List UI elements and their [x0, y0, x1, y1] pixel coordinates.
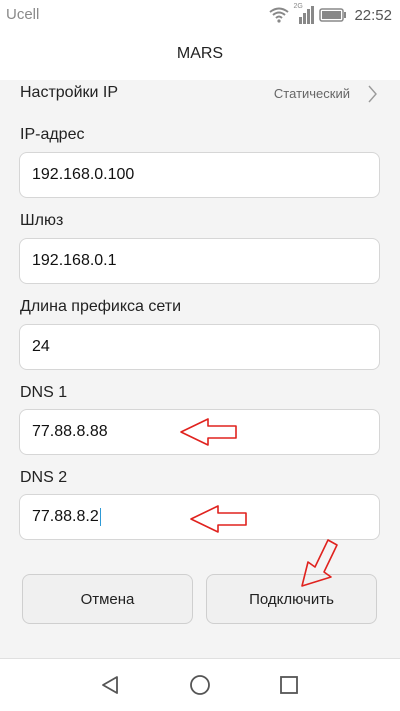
dns2-label: DNS 2: [20, 469, 68, 486]
dns1-label: DNS 1: [20, 384, 68, 401]
ip-address-input[interactable]: 192.168.0.100: [19, 152, 380, 198]
gateway-label: Шлюз: [20, 212, 64, 229]
gateway-value: 192.168.0.1: [32, 252, 117, 269]
connect-button[interactable]: Подключить: [206, 574, 377, 624]
ip-address-label: IP-адрес: [20, 126, 85, 143]
prefix-length-value: 24: [32, 338, 50, 355]
wifi-icon: [269, 7, 290, 23]
dns2-value: 77.88.8.2: [32, 508, 99, 526]
dns1-value: 77.88.8.88: [32, 423, 108, 440]
wifi-settings-form: Настройки IP Статический IP-адрес 192.16…: [0, 80, 400, 658]
ip-address-value: 192.168.0.100: [32, 166, 135, 183]
back-icon[interactable]: [100, 675, 120, 695]
battery-icon: [319, 8, 347, 22]
dns2-input[interactable]: 77.88.8.2: [19, 494, 380, 540]
recents-icon[interactable]: [279, 675, 299, 695]
gateway-input[interactable]: 192.168.0.1: [19, 238, 380, 284]
dns1-input[interactable]: 77.88.8.88: [19, 409, 380, 455]
status-icons: 2G 22:52: [269, 3, 392, 26]
ip-settings-value: Статический: [273, 86, 350, 101]
clock: 22:52: [354, 6, 392, 24]
ip-settings-label: Настройки IP: [20, 84, 119, 101]
prefix-length-input[interactable]: 24: [19, 324, 380, 370]
prefix-length-label: Длина префикса сети: [20, 298, 182, 315]
status-bar: Ucell 2G 22:52: [0, 0, 400, 30]
dialog-header: MARS: [0, 30, 400, 80]
ip-settings-row[interactable]: Настройки IP Статический: [0, 80, 400, 110]
dns2-value-wrap: 77.88.8.2: [32, 508, 101, 526]
cancel-button[interactable]: Отмена: [22, 574, 193, 624]
navigation-bar: [0, 658, 400, 711]
carrier-name: Ucell: [6, 6, 40, 23]
home-icon[interactable]: [189, 674, 211, 696]
network-title: MARS: [176, 45, 224, 62]
text-cursor: [99, 508, 101, 526]
chevron-right-icon: [368, 85, 377, 103]
signal-icon: 2G: [293, 3, 315, 25]
